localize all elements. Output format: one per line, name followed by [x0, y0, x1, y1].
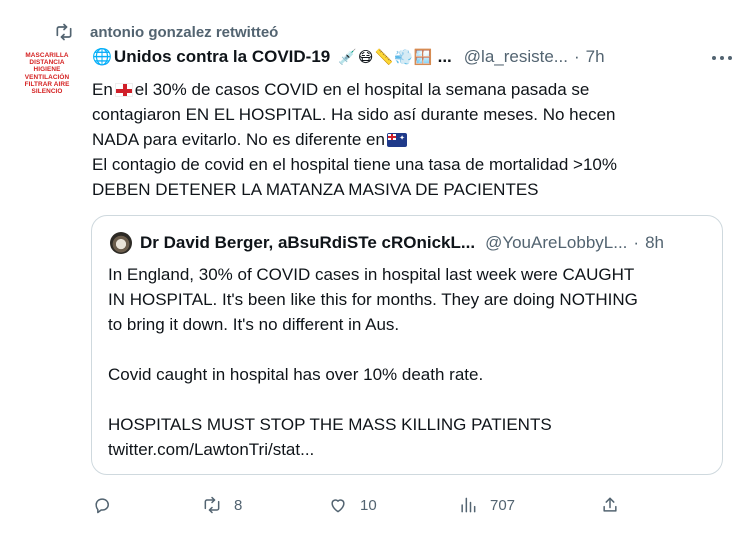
name-emojis: 💉😷📏💨🪟 [338, 49, 434, 66]
quoted-tweet-time: 8h [645, 233, 664, 252]
tweet-text-fragment: En [92, 80, 113, 99]
more-options-icon[interactable] [712, 47, 732, 69]
retweet-icon [204, 496, 220, 514]
avatar-text-line: SILENCIO [31, 88, 63, 96]
retweet-button[interactable]: 8 [202, 490, 242, 520]
action-bar: 8 10 707 [92, 490, 732, 520]
tweet-text-fragment: el 30% de casos COVID en el hospital la … [134, 80, 590, 99]
views-button[interactable]: 707 [458, 490, 515, 520]
retweet-label[interactable]: antonio gonzalez retwitteó [90, 24, 278, 41]
quoted-author-name: Dr David Berger, aBsuRdiSTe cRОnickL... [140, 233, 476, 252]
retweet-context: antonio gonzalez retwitteó [54, 22, 278, 42]
like-button[interactable]: 10 [328, 490, 377, 520]
quoted-text-line: Covid caught in hospital has over 10% de… [108, 365, 484, 384]
tweet-text-line: contagiaron EN EL HOSPITAL. Ha sido así … [92, 105, 616, 124]
reply-button[interactable] [92, 490, 124, 520]
quoted-text-line: HOSPITALS MUST STOP THE MASS KILLING PAT… [108, 415, 552, 434]
reply-icon [95, 498, 109, 514]
quoted-text-line: to bring it down. It's no different in A… [108, 315, 400, 334]
quoted-tweet-header: Dr David Berger, aBsuRdiSTe cRОnickL... … [110, 232, 710, 254]
author-name[interactable]: Unidos contra la COVID-19 [114, 47, 330, 67]
quoted-link: twitter.com/LawtonTri/stat... [108, 440, 315, 459]
tweet-time[interactable]: 7h [586, 47, 605, 67]
like-count: 10 [360, 496, 377, 514]
author-handle[interactable]: @la_resiste... [464, 47, 568, 67]
avatar-text-line: FILTRAR AIRE [24, 80, 70, 88]
avatar-text-line: VENTILACIÓN [24, 73, 70, 81]
name-ellipsis: ... [437, 47, 452, 66]
separator-dot: · [633, 233, 640, 252]
tweet-text-line: DEBEN DETENER LA MATANZA MASIVA DE PACIE… [92, 180, 539, 199]
retweet-icon [56, 23, 72, 41]
heart-icon [331, 499, 345, 513]
tweet-text-fragment: NADA para evitarlo. No es diferente en [92, 130, 385, 149]
separator-dot: · [573, 47, 580, 66]
quoted-author-avatar [110, 232, 132, 254]
australia-flag-icon [386, 133, 407, 147]
quoted-tweet-text: In England, 30% of COVID cases in hospit… [108, 262, 708, 462]
tweet-text-line: El contagio de covid en el hospital tien… [92, 155, 617, 174]
tweet-text-line: En el 30% de casos COVID en el hospital l… [92, 77, 712, 102]
globe-icon: 🌐 [92, 49, 112, 66]
share-icon [603, 497, 617, 512]
avatar-text-line: DISTANCIA [29, 59, 65, 67]
england-flag-icon [114, 83, 133, 97]
views-chart-icon [461, 497, 476, 513]
tweet-text: En el 30% de casos COVID en el hospital l… [92, 77, 712, 202]
avatar[interactable]: MASCARILLA DISTANCIA HIGIENE VENTILACIÓN… [22, 52, 72, 102]
quoted-text-line: IN HOSPITAL. It's been like this for mon… [108, 290, 638, 309]
tweet-header: 🌐 Unidos contra la COVID-19 💉😷📏💨🪟 ... @l… [92, 47, 732, 67]
tweet-text-line: NADA para evitarlo. No es diferente en [92, 127, 712, 152]
retweet-count: 8 [234, 496, 243, 514]
views-count: 707 [490, 496, 516, 514]
avatar-text-line: HIGIENE [33, 66, 61, 74]
quoted-text-line: In England, 30% of COVID cases in hospit… [108, 265, 635, 284]
avatar-text-line: MASCARILLA [25, 52, 69, 59]
quoted-author-handle: @YouAreLobbyL... [485, 233, 628, 252]
tweet-container[interactable]: antonio gonzalez retwitteó MASCARILLA DI… [0, 0, 748, 538]
share-button[interactable] [600, 490, 620, 520]
quoted-tweet[interactable]: Dr David Berger, aBsuRdiSTe cRОnickL... … [91, 215, 723, 475]
